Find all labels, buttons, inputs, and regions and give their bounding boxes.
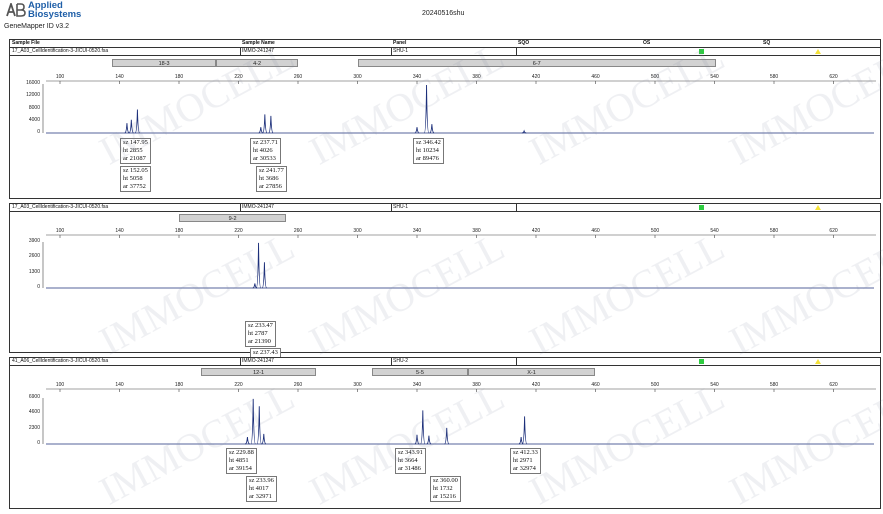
peak-area: ar 31486 <box>398 465 421 472</box>
trace-peak <box>261 262 268 289</box>
peak-size: sz 229.88 <box>229 449 254 456</box>
trace-peak <box>518 437 524 445</box>
peak-area: ar 21087 <box>123 155 146 162</box>
peak-height: ht 3664 <box>398 457 418 464</box>
electropherogram-trace[interactable] <box>10 204 880 352</box>
trace-peak <box>262 114 268 134</box>
peak-height: ht 4017 <box>249 485 269 492</box>
peak-size: sz 233.47 <box>248 322 273 329</box>
peak-callout[interactable]: sz 152.05 ht 5058 ar 37752 <box>120 166 151 192</box>
peak-size: sz 152.05 <box>123 167 148 174</box>
peak-height: ht 10234 <box>416 147 439 154</box>
trace-peak <box>128 119 134 134</box>
peak-callout[interactable]: sz 241.77 ht 3686 ar 27856 <box>256 166 287 192</box>
document-title: 20240516shu <box>422 10 465 17</box>
trace-peak <box>423 84 430 134</box>
brand-line-2: Biosystems <box>28 9 82 20</box>
peak-area: ar 30533 <box>253 155 276 162</box>
peak-height: ht 1732 <box>433 485 453 492</box>
trace-peak <box>255 242 262 289</box>
peak-callout[interactable]: sz 360.00 ht 1732 ar 15216 <box>430 476 461 502</box>
peak-callout[interactable]: sz 343.91 ht 3664 ar 31486 <box>395 448 426 474</box>
trace-peak <box>245 437 250 445</box>
peak-height: ht 4851 <box>229 457 249 464</box>
trace-peak <box>444 427 450 445</box>
electropherogram-panel: 41_A06_CellIdentification-3-JICUI-0520.f… <box>9 357 881 509</box>
peak-height: ht 4026 <box>253 147 273 154</box>
trace-peak <box>268 115 274 134</box>
trace-peak <box>124 123 130 134</box>
trace-peak <box>250 398 256 445</box>
peak-area: ar 32974 <box>513 465 536 472</box>
peak-callout[interactable]: sz 233.47 ht 2787 ar 21390 <box>245 321 276 347</box>
trace-peak <box>414 434 420 445</box>
peak-area: ar 39154 <box>229 465 252 472</box>
peak-size: sz 360.00 <box>433 477 458 484</box>
peak-area: ar 27856 <box>259 183 282 190</box>
peak-callout[interactable]: sz 147.95 ht 2855 ar 21087 <box>120 138 151 164</box>
electropherogram-panel: Sample File Sample Name Panel SQO OS SQ 17_A03… <box>9 39 881 199</box>
peak-area: ar 15216 <box>433 493 456 500</box>
peak-height: ht 5058 <box>123 175 143 182</box>
peak-area: ar 32971 <box>249 493 272 500</box>
trace-peak <box>261 433 267 445</box>
peak-size: sz 343.91 <box>398 449 423 456</box>
peak-area: ar 89476 <box>416 155 439 162</box>
peak-callout[interactable]: sz 237.71 ht 4026 ar 30533 <box>250 138 281 164</box>
app-version: GeneMapper ID v3.2 <box>4 23 69 30</box>
peak-height: ht 2971 <box>513 457 533 464</box>
electropherogram-panel: 17_A03_CellIdentification-3-JICUI-0520.f… <box>9 203 881 374</box>
peak-size: sz 346.42 <box>416 139 441 146</box>
peak-callout[interactable]: sz 412.33 ht 2971 ar 32974 <box>510 448 541 474</box>
peak-height: ht 2855 <box>123 147 143 154</box>
peak-size: sz 233.96 <box>249 477 274 484</box>
trace-peak <box>258 127 264 134</box>
peak-size: sz 237.71 <box>253 139 278 146</box>
peak-size: sz 147.95 <box>123 139 148 146</box>
trace-peak <box>521 416 528 445</box>
peak-area: ar 21390 <box>248 338 271 345</box>
trace-peak <box>429 124 435 134</box>
peak-size: sz 237.43 <box>253 349 278 356</box>
peak-callout[interactable]: sz 229.88 ht 4851 ar 39154 <box>226 448 257 474</box>
peak-height: ht 3686 <box>259 175 279 182</box>
ab-logo-icon <box>6 3 26 17</box>
peak-callout[interactable]: sz 233.96 ht 4017 ar 32971 <box>246 476 277 502</box>
trace-peak <box>252 283 258 289</box>
peak-callout[interactable]: sz 346.42 ht 10234 ar 89476 <box>413 138 444 164</box>
peak-height: ht 2787 <box>248 330 268 337</box>
trace-peak <box>256 406 262 445</box>
peak-size: sz 412.33 <box>513 449 538 456</box>
applied-biosystems-logo: Applied Biosystems <box>6 1 126 25</box>
trace-peak <box>420 410 426 445</box>
trace-peak <box>134 109 141 134</box>
trace-peak <box>414 127 420 134</box>
peak-area: ar 37752 <box>123 183 146 190</box>
peak-size: sz 241.77 <box>259 167 284 174</box>
trace-peak <box>426 435 432 445</box>
